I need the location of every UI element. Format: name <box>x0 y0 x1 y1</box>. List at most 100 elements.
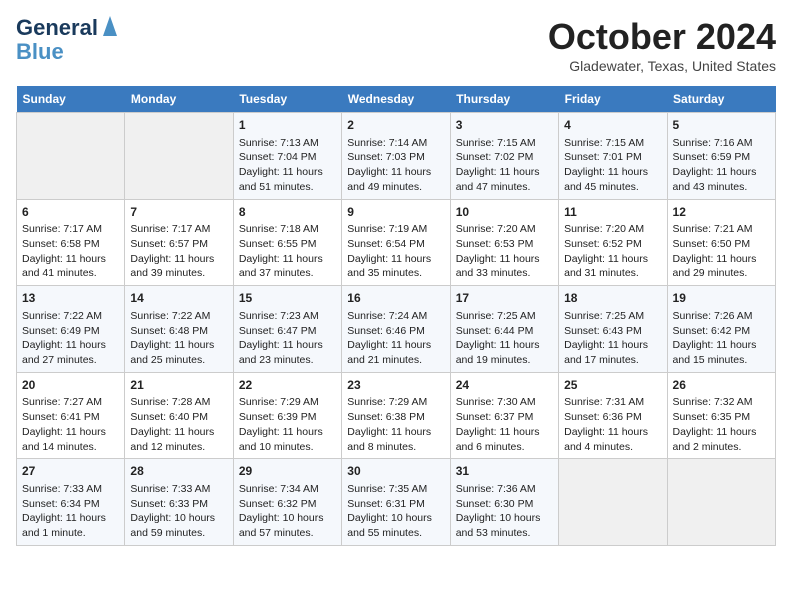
cell-content: Sunrise: 7:29 AM Sunset: 6:39 PM Dayligh… <box>239 395 336 454</box>
calendar-cell: 28 Sunrise: 7:33 AM Sunset: 6:33 PM Dayli… <box>125 459 233 546</box>
cell-content: Sunrise: 7:33 AM Sunset: 6:34 PM Dayligh… <box>22 482 119 541</box>
cell-content: Sunrise: 7:28 AM Sunset: 6:40 PM Dayligh… <box>130 395 227 454</box>
day-number: 29 <box>239 463 336 480</box>
calendar-cell: 5Sunrise: 7:16 AM Sunset: 6:59 PM Daylig… <box>667 113 775 200</box>
calendar-cell: 30Sunrise: 7:35 AM Sunset: 6:31 PM Dayli… <box>342 459 450 546</box>
calendar-cell: 6Sunrise: 7:17 AM Sunset: 6:58 PM Daylig… <box>17 199 125 286</box>
calendar-cell: 9Sunrise: 7:19 AM Sunset: 6:54 PM Daylig… <box>342 199 450 286</box>
cell-content: Sunrise: 7:27 AM Sunset: 6:41 PM Dayligh… <box>22 395 119 454</box>
calendar-cell: 27 Sunrise: 7:33 AM Sunset: 6:34 PM Dayli… <box>17 459 125 546</box>
cell-content: Sunrise: 7:32 AM Sunset: 6:35 PM Dayligh… <box>673 395 770 454</box>
cell-content: Sunrise: 7:25 AM Sunset: 6:43 PM Dayligh… <box>564 309 661 368</box>
cell-content: Sunrise: 7:26 AM Sunset: 6:42 PM Dayligh… <box>673 309 770 368</box>
title-block: October 2024 Gladewater, Texas, United S… <box>548 16 776 74</box>
location: Gladewater, Texas, United States <box>548 58 776 74</box>
day-number: 22 <box>239 377 336 394</box>
calendar-cell: 4Sunrise: 7:15 AM Sunset: 7:01 PM Daylig… <box>559 113 667 200</box>
day-header-sunday: Sunday <box>17 86 125 113</box>
day-header-tuesday: Tuesday <box>233 86 341 113</box>
day-number: 7 <box>130 204 227 221</box>
day-number: 27 <box>22 463 119 480</box>
calendar-cell: 1Sunrise: 7:13 AM Sunset: 7:04 PM Daylig… <box>233 113 341 200</box>
calendar-table: SundayMondayTuesdayWednesdayThursdayFrid… <box>16 86 776 546</box>
cell-content: Sunrise: 7:15 AM Sunset: 7:02 PM Dayligh… <box>456 136 553 195</box>
day-number: 17 <box>456 290 553 307</box>
cell-content: Sunrise: 7:25 AM Sunset: 6:44 PM Dayligh… <box>456 309 553 368</box>
cell-content: Sunrise: 7:34 AM Sunset: 6:32 PM Dayligh… <box>239 482 336 541</box>
day-number: 2 <box>347 117 444 134</box>
calendar-cell: 12Sunrise: 7:21 AM Sunset: 6:50 PM Dayli… <box>667 199 775 286</box>
day-number: 26 <box>673 377 770 394</box>
cell-content: Sunrise: 7:17 AM Sunset: 6:57 PM Dayligh… <box>130 222 227 281</box>
calendar-cell: 29 Sunrise: 7:34 AM Sunset: 6:32 PM Dayli… <box>233 459 341 546</box>
calendar-cell: 3 Sunrise: 7:15 AM Sunset: 7:02 PM Daylig… <box>450 113 558 200</box>
day-number: 25 <box>564 377 661 394</box>
calendar-cell: 7Sunrise: 7:17 AM Sunset: 6:57 PM Daylig… <box>125 199 233 286</box>
day-number: 3 <box>456 117 553 134</box>
day-number: 14 <box>130 290 227 307</box>
cell-content: Sunrise: 7:20 AM Sunset: 6:52 PM Dayligh… <box>564 222 661 281</box>
calendar-cell: 16 Sunrise: 7:24 AM Sunset: 6:46 PM Dayli… <box>342 286 450 373</box>
cell-content: Sunrise: 7:22 AM Sunset: 6:49 PM Dayligh… <box>22 309 119 368</box>
calendar-cell: 14 Sunrise: 7:22 AM Sunset: 6:48 PM Dayli… <box>125 286 233 373</box>
cell-content: Sunrise: 7:14 AM Sunset: 7:03 PM Dayligh… <box>347 136 444 195</box>
cell-content: Sunrise: 7:22 AM Sunset: 6:48 PM Dayligh… <box>130 309 227 368</box>
day-header-wednesday: Wednesday <box>342 86 450 113</box>
cell-content: Sunrise: 7:17 AM Sunset: 6:58 PM Dayligh… <box>22 222 119 281</box>
cell-content: Sunrise: 7:20 AM Sunset: 6:53 PM Dayligh… <box>456 222 553 281</box>
day-header-friday: Friday <box>559 86 667 113</box>
calendar-cell: 24Sunrise: 7:30 AM Sunset: 6:37 PM Dayli… <box>450 372 558 459</box>
cell-content: Sunrise: 7:18 AM Sunset: 6:55 PM Dayligh… <box>239 222 336 281</box>
calendar-cell: 23Sunrise: 7:29 AM Sunset: 6:38 PM Dayli… <box>342 372 450 459</box>
day-number: 11 <box>564 204 661 221</box>
calendar-cell: 19 Sunrise: 7:26 AM Sunset: 6:42 PM Dayli… <box>667 286 775 373</box>
calendar-cell <box>667 459 775 546</box>
calendar-cell: 11Sunrise: 7:20 AM Sunset: 6:52 PM Dayli… <box>559 199 667 286</box>
cell-content: Sunrise: 7:21 AM Sunset: 6:50 PM Dayligh… <box>673 222 770 281</box>
day-number: 31 <box>456 463 553 480</box>
calendar-cell: 25Sunrise: 7:31 AM Sunset: 6:36 PM Dayli… <box>559 372 667 459</box>
day-number: 12 <box>673 204 770 221</box>
cell-content: Sunrise: 7:29 AM Sunset: 6:38 PM Dayligh… <box>347 395 444 454</box>
cell-content: Sunrise: 7:24 AM Sunset: 6:46 PM Dayligh… <box>347 309 444 368</box>
calendar-cell: 21Sunrise: 7:28 AM Sunset: 6:40 PM Dayli… <box>125 372 233 459</box>
day-number: 8 <box>239 204 336 221</box>
page-header: General Blue October 2024 Gladewater, Te… <box>16 16 776 74</box>
day-number: 20 <box>22 377 119 394</box>
day-header-monday: Monday <box>125 86 233 113</box>
logo: General Blue <box>16 16 117 64</box>
day-header-thursday: Thursday <box>450 86 558 113</box>
calendar-cell <box>17 113 125 200</box>
day-number: 10 <box>456 204 553 221</box>
month-title: October 2024 <box>548 16 776 58</box>
logo-text-blue: Blue <box>16 40 64 64</box>
cell-content: Sunrise: 7:35 AM Sunset: 6:31 PM Dayligh… <box>347 482 444 541</box>
day-number: 24 <box>456 377 553 394</box>
day-number: 16 <box>347 290 444 307</box>
calendar-cell: 18 Sunrise: 7:25 AM Sunset: 6:43 PM Dayli… <box>559 286 667 373</box>
cell-content: Sunrise: 7:15 AM Sunset: 7:01 PM Dayligh… <box>564 136 661 195</box>
day-number: 19 <box>673 290 770 307</box>
cell-content: Sunrise: 7:31 AM Sunset: 6:36 PM Dayligh… <box>564 395 661 454</box>
cell-content: Sunrise: 7:23 AM Sunset: 6:47 PM Dayligh… <box>239 309 336 368</box>
day-number: 6 <box>22 204 119 221</box>
calendar-cell: 8Sunrise: 7:18 AM Sunset: 6:55 PM Daylig… <box>233 199 341 286</box>
calendar-cell: 31Sunrise: 7:36 AM Sunset: 6:30 PM Dayli… <box>450 459 558 546</box>
day-number: 23 <box>347 377 444 394</box>
day-number: 21 <box>130 377 227 394</box>
day-number: 9 <box>347 204 444 221</box>
calendar-cell: 26Sunrise: 7:32 AM Sunset: 6:35 PM Dayli… <box>667 372 775 459</box>
day-number: 28 <box>130 463 227 480</box>
calendar-cell <box>125 113 233 200</box>
cell-content: Sunrise: 7:30 AM Sunset: 6:37 PM Dayligh… <box>456 395 553 454</box>
day-number: 13 <box>22 290 119 307</box>
cell-content: Sunrise: 7:13 AM Sunset: 7:04 PM Dayligh… <box>239 136 336 195</box>
cell-content: Sunrise: 7:33 AM Sunset: 6:33 PM Dayligh… <box>130 482 227 541</box>
day-number: 5 <box>673 117 770 134</box>
calendar-cell: 13 Sunrise: 7:22 AM Sunset: 6:49 PM Dayli… <box>17 286 125 373</box>
logo-text-general: General <box>16 16 98 40</box>
calendar-cell: 22Sunrise: 7:29 AM Sunset: 6:39 PM Dayli… <box>233 372 341 459</box>
day-number: 18 <box>564 290 661 307</box>
calendar-header: SundayMondayTuesdayWednesdayThursdayFrid… <box>17 86 776 113</box>
calendar-cell: 20Sunrise: 7:27 AM Sunset: 6:41 PM Dayli… <box>17 372 125 459</box>
